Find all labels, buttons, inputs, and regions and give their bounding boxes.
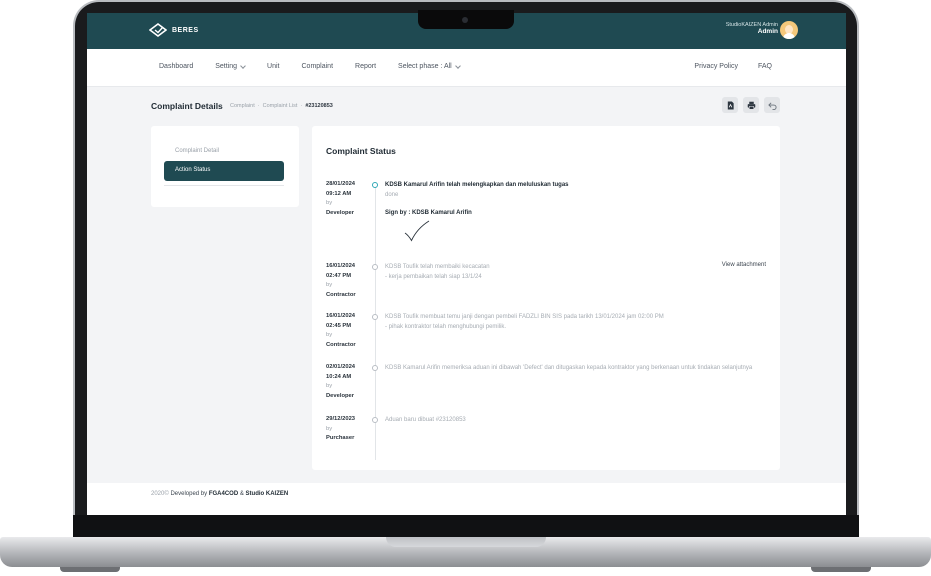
chevron-down-icon (240, 62, 246, 69)
nav-setting[interactable]: Setting (215, 62, 246, 70)
laptop-opening-notch (386, 537, 546, 547)
detail-tabs-panel: Complaint Detail Action Status (151, 126, 299, 207)
screen-chin (73, 515, 859, 537)
laptop-foot-left (60, 567, 120, 572)
nav-faq[interactable]: FAQ (758, 63, 772, 70)
brand-logo[interactable]: BERES (149, 23, 199, 37)
signed-by: Sign by : KDSB Kamarul Arifin (385, 210, 472, 216)
print-button[interactable] (743, 97, 759, 113)
entry-time: 09:12 AM (326, 190, 352, 197)
entry-date: 29/12/2023 (326, 416, 356, 422)
nav-report[interactable]: Report (355, 63, 376, 70)
timeline-dot (372, 264, 378, 270)
entry-role: Contractor (326, 341, 356, 348)
pdf-button[interactable] (722, 97, 738, 113)
nav-privacy-policy[interactable]: Privacy Policy (694, 63, 738, 70)
avatar[interactable] (780, 21, 798, 39)
entry-text: KDSB Kamarul Arifin telah melengkapkan d… (385, 182, 569, 188)
user-role: Admin (757, 28, 778, 35)
developer-link-studio-kaizen[interactable]: Studio KAIZEN (246, 491, 289, 497)
breadcrumb: Complaint · Complaint List · #23120853 (230, 103, 333, 109)
brand-name: BERES (172, 26, 199, 34)
timeline-dot (372, 365, 378, 371)
entry-date: 16/01/2024 (326, 313, 356, 319)
entry-text: KDSB Toufik telah membaiki kecacatan (385, 264, 490, 270)
entry-role: Developer (326, 392, 355, 399)
complaint-status-card: Complaint Status 28/01/2024 09:12 AM by … (312, 126, 780, 470)
page-tools (722, 97, 780, 113)
entry-date: 02/01/2024 (326, 364, 356, 370)
entry-text: KDSB Kamarul Arifin memeriksa aduan ini … (385, 365, 753, 371)
user-info[interactable]: StudioKAIZEN Admin Admin (726, 22, 778, 35)
timeline-dot-active (372, 182, 378, 188)
entry-text: Aduan baru dibuat #23120853 (385, 417, 466, 423)
laptop-frame: BERES StudioKAIZEN Admin Admin Dashboard… (0, 0, 931, 576)
entry-subtext: - kerja pembaikan telah siap 13/1/24 (385, 274, 482, 280)
tab-action-status[interactable]: Action Status (164, 161, 284, 181)
undo-arrow-icon (767, 101, 777, 110)
timeline-dot (372, 417, 378, 423)
laptop-foot-right (811, 567, 871, 572)
signature-checkmark (404, 220, 430, 242)
page-title: Complaint Details (151, 101, 223, 111)
divider (164, 185, 284, 186)
tab-complaint-detail[interactable]: Complaint Detail (175, 148, 219, 154)
entry-role: Purchaser (326, 435, 355, 441)
entry-date: 16/01/2024 (326, 263, 356, 269)
app-screen: BERES StudioKAIZEN Admin Admin Dashboard… (87, 13, 846, 515)
nav-complaint[interactable]: Complaint (302, 63, 334, 70)
entry-time: 02:47 PM (326, 272, 352, 279)
printer-icon (747, 101, 755, 110)
entry-subtext: done (385, 192, 399, 198)
entry-time: 02:45 PM (326, 322, 352, 329)
pdf-icon (727, 100, 734, 110)
entry-role: Contractor (326, 291, 356, 298)
developer-link-fga4cod[interactable]: FGA4COD (209, 491, 238, 497)
entry-date: 28/01/2024 (326, 181, 356, 187)
entry-time: 10:24 AM (326, 373, 352, 380)
page-footer: 2020© Developed by FGA4COD & Studio KAIZ… (87, 483, 846, 515)
entry-subtext: - pihak kontraktor telah menghubungi pem… (385, 324, 507, 330)
breadcrumb-complaint[interactable]: Complaint (230, 103, 255, 109)
back-button[interactable] (764, 97, 780, 113)
timeline-dot (372, 314, 378, 320)
nav-select-phase[interactable]: Select phase : All (398, 62, 461, 70)
breadcrumb-complaint-list[interactable]: Complaint List (263, 103, 298, 109)
camera-icon (462, 17, 468, 23)
main-nav: Dashboard Setting Unit Complaint Report … (87, 49, 846, 87)
section-title: Complaint Status (326, 146, 396, 156)
view-attachment-link[interactable]: View attachment (722, 262, 766, 268)
nav-unit[interactable]: Unit (267, 63, 279, 70)
breadcrumb-current: #23120853 (305, 103, 333, 109)
chevron-down-icon (454, 62, 461, 69)
entry-role: Developer (326, 209, 355, 216)
nav-dashboard[interactable]: Dashboard (159, 63, 193, 70)
copyright-year: 2020© (151, 491, 169, 497)
entry-text: KDSB Toufik membuat temu janji dengan pe… (385, 314, 664, 320)
brand-diamond-icon (149, 23, 167, 37)
